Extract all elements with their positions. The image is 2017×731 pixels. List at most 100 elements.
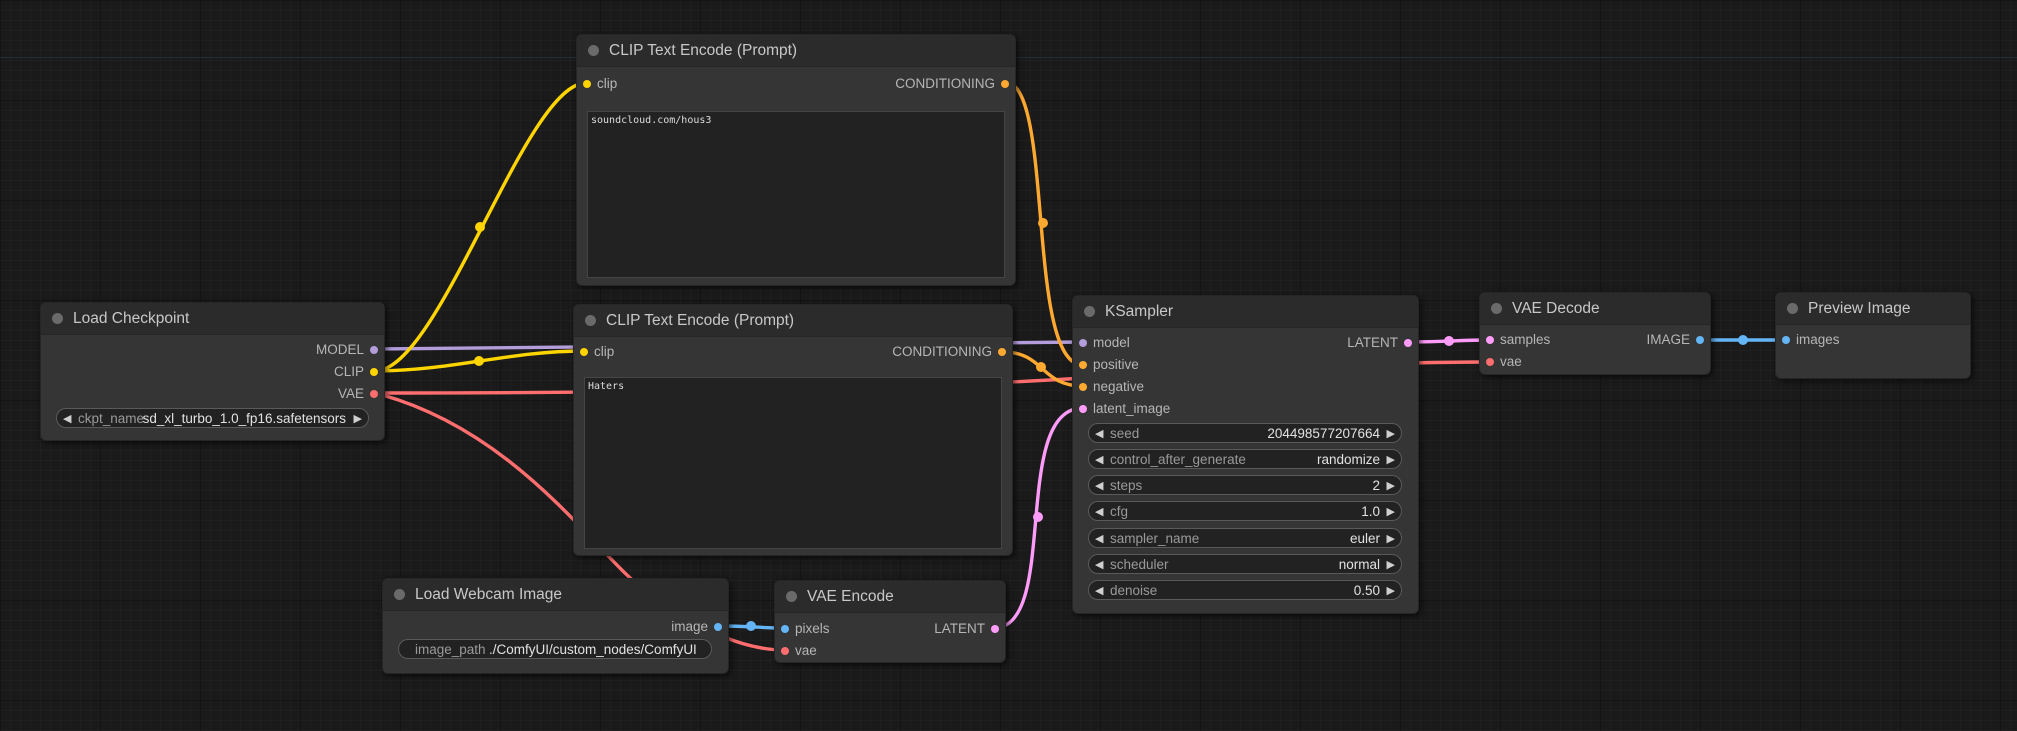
widget-value: 0.50: [1353, 583, 1380, 598]
arrow-left-icon[interactable]: ◀: [1095, 581, 1103, 599]
widget-denoise[interactable]: ◀ denoise 0.50 ▶: [1088, 580, 1402, 600]
output-slot-conditioning[interactable]: CONDITIONING: [895, 75, 1015, 93]
collapse-dot[interactable]: [588, 45, 599, 56]
output-slot-image[interactable]: IMAGE: [1646, 331, 1710, 349]
widget-sampler-name[interactable]: ◀ sampler_name euler ▶: [1088, 528, 1402, 548]
input-slot-pixels[interactable]: pixels: [775, 620, 830, 638]
collapse-dot[interactable]: [1787, 303, 1798, 314]
input-slot-negative[interactable]: negative: [1073, 378, 1144, 396]
slot-dot[interactable]: [1486, 336, 1494, 344]
node-vae-encode[interactable]: VAE Encode pixels LATENT vae: [774, 580, 1006, 663]
input-slot-vae[interactable]: vae: [1480, 353, 1522, 371]
slot-dot[interactable]: [580, 348, 588, 356]
arrow-right-icon[interactable]: ▶: [1387, 450, 1395, 468]
slot-dot[interactable]: [1404, 339, 1412, 347]
collapse-dot[interactable]: [585, 315, 596, 326]
input-slot-clip[interactable]: clip: [574, 343, 614, 361]
collapse-dot[interactable]: [52, 313, 63, 324]
input-slot-vae[interactable]: vae: [775, 642, 817, 660]
input-slot-latent-image[interactable]: latent_image: [1073, 400, 1170, 418]
slot-dot[interactable]: [1079, 405, 1087, 413]
slot-dot[interactable]: [370, 390, 378, 398]
node-title[interactable]: VAE Encode: [775, 581, 1005, 613]
widget-seed[interactable]: ◀ seed 204498577207664 ▶: [1088, 423, 1402, 443]
collapse-dot[interactable]: [394, 589, 405, 600]
arrow-left-icon[interactable]: ◀: [63, 409, 71, 427]
widget-control-after-generate[interactable]: ◀ control_after_generate randomize ▶: [1088, 449, 1402, 469]
output-slot-image[interactable]: image: [671, 618, 728, 636]
input-slot-samples[interactable]: samples: [1480, 331, 1550, 349]
slot-dot[interactable]: [1486, 358, 1494, 366]
node-title[interactable]: KSampler: [1073, 296, 1418, 328]
node-load-checkpoint[interactable]: Load Checkpoint MODEL CLIP VAE ◀ ckpt_na…: [40, 302, 385, 441]
arrow-left-icon[interactable]: ◀: [1095, 555, 1103, 573]
node-title-text: CLIP Text Encode (Prompt): [609, 42, 798, 59]
arrow-left-icon[interactable]: ◀: [1095, 450, 1103, 468]
collapse-dot[interactable]: [786, 591, 797, 602]
node-vae-decode[interactable]: VAE Decode samples IMAGE vae: [1479, 292, 1711, 375]
slot-dot[interactable]: [781, 647, 789, 655]
node-title[interactable]: VAE Decode: [1480, 293, 1710, 325]
slot-dot[interactable]: [583, 80, 591, 88]
graph-canvas[interactable]: CLIP Text Encode (Prompt) clip CONDITION…: [0, 0, 2017, 731]
widget-value: ./ComfyUI/custom_nodes/ComfyUI: [489, 642, 697, 657]
node-load-webcam-image[interactable]: Load Webcam Image image image_path ./Com…: [382, 578, 729, 674]
node-title[interactable]: CLIP Text Encode (Prompt): [577, 35, 1015, 67]
output-slot-latent[interactable]: LATENT: [1347, 334, 1418, 352]
slot-dot[interactable]: [1782, 336, 1790, 344]
arrow-right-icon[interactable]: ▶: [354, 409, 362, 427]
node-preview-image[interactable]: Preview Image images: [1775, 292, 1971, 379]
arrow-left-icon[interactable]: ◀: [1095, 502, 1103, 520]
input-slot-positive[interactable]: positive: [1073, 356, 1139, 374]
slot-dot[interactable]: [781, 625, 789, 633]
output-slot-vae[interactable]: VAE: [338, 385, 384, 403]
slot-dot[interactable]: [714, 623, 722, 631]
slot-dot[interactable]: [991, 625, 999, 633]
link-midpoint: [474, 356, 484, 366]
slot-dot[interactable]: [1001, 80, 1009, 88]
output-slot-model[interactable]: MODEL: [316, 341, 384, 359]
input-slot-images[interactable]: images: [1776, 331, 1840, 349]
widget-label: sampler_name: [1110, 531, 1200, 546]
widget-steps[interactable]: ◀ steps 2 ▶: [1088, 475, 1402, 495]
arrow-left-icon[interactable]: ◀: [1095, 476, 1103, 494]
node-title-text: Load Webcam Image: [415, 586, 563, 603]
prompt-textarea[interactable]: Haters: [584, 377, 1002, 549]
collapse-dot[interactable]: [1084, 306, 1095, 317]
widget-label: seed: [1110, 426, 1140, 441]
node-title[interactable]: Preview Image: [1776, 293, 1970, 325]
widget-label: denoise: [1110, 583, 1158, 598]
input-slot-clip[interactable]: clip: [577, 75, 617, 93]
node-title[interactable]: Load Webcam Image: [383, 579, 728, 611]
node-title[interactable]: Load Checkpoint: [41, 303, 384, 335]
prompt-textarea[interactable]: soundcloud.com/hous3: [587, 111, 1005, 278]
image-path-field[interactable]: image_path ./ComfyUI/custom_nodes/ComfyU…: [398, 639, 712, 659]
arrow-right-icon[interactable]: ▶: [1387, 502, 1395, 520]
output-slot-clip[interactable]: CLIP: [334, 363, 384, 381]
arrow-right-icon[interactable]: ▶: [1387, 476, 1395, 494]
collapse-dot[interactable]: [1491, 303, 1502, 314]
arrow-right-icon[interactable]: ▶: [1387, 581, 1395, 599]
node-clip-text-encode-negative[interactable]: CLIP Text Encode (Prompt) clip CONDITION…: [573, 304, 1013, 556]
input-slot-model[interactable]: model: [1073, 334, 1130, 352]
slot-dot[interactable]: [1079, 361, 1087, 369]
arrow-left-icon[interactable]: ◀: [1095, 529, 1103, 547]
slot-dot[interactable]: [1079, 383, 1087, 391]
output-slot-latent[interactable]: LATENT: [934, 620, 1005, 638]
arrow-right-icon[interactable]: ▶: [1387, 424, 1395, 442]
node-clip-text-encode-positive[interactable]: CLIP Text Encode (Prompt) clip CONDITION…: [576, 34, 1016, 286]
slot-dot[interactable]: [998, 348, 1006, 356]
arrow-right-icon[interactable]: ▶: [1387, 529, 1395, 547]
node-ksampler[interactable]: KSampler model LATENT positive negative …: [1072, 295, 1419, 614]
arrow-right-icon[interactable]: ▶: [1387, 555, 1395, 573]
slot-dot[interactable]: [370, 368, 378, 376]
slot-dot[interactable]: [370, 346, 378, 354]
output-slot-conditioning[interactable]: CONDITIONING: [892, 343, 1012, 361]
slot-dot[interactable]: [1696, 336, 1704, 344]
ckpt-name-combo[interactable]: ◀ ckpt_name sd_xl_turbo_1.0_fp16.safeten…: [56, 408, 369, 428]
arrow-left-icon[interactable]: ◀: [1095, 424, 1103, 442]
slot-dot[interactable]: [1079, 339, 1087, 347]
node-title[interactable]: CLIP Text Encode (Prompt): [574, 305, 1012, 337]
widget-scheduler[interactable]: ◀ scheduler normal ▶: [1088, 554, 1402, 574]
widget-cfg[interactable]: ◀ cfg 1.0 ▶: [1088, 501, 1402, 521]
